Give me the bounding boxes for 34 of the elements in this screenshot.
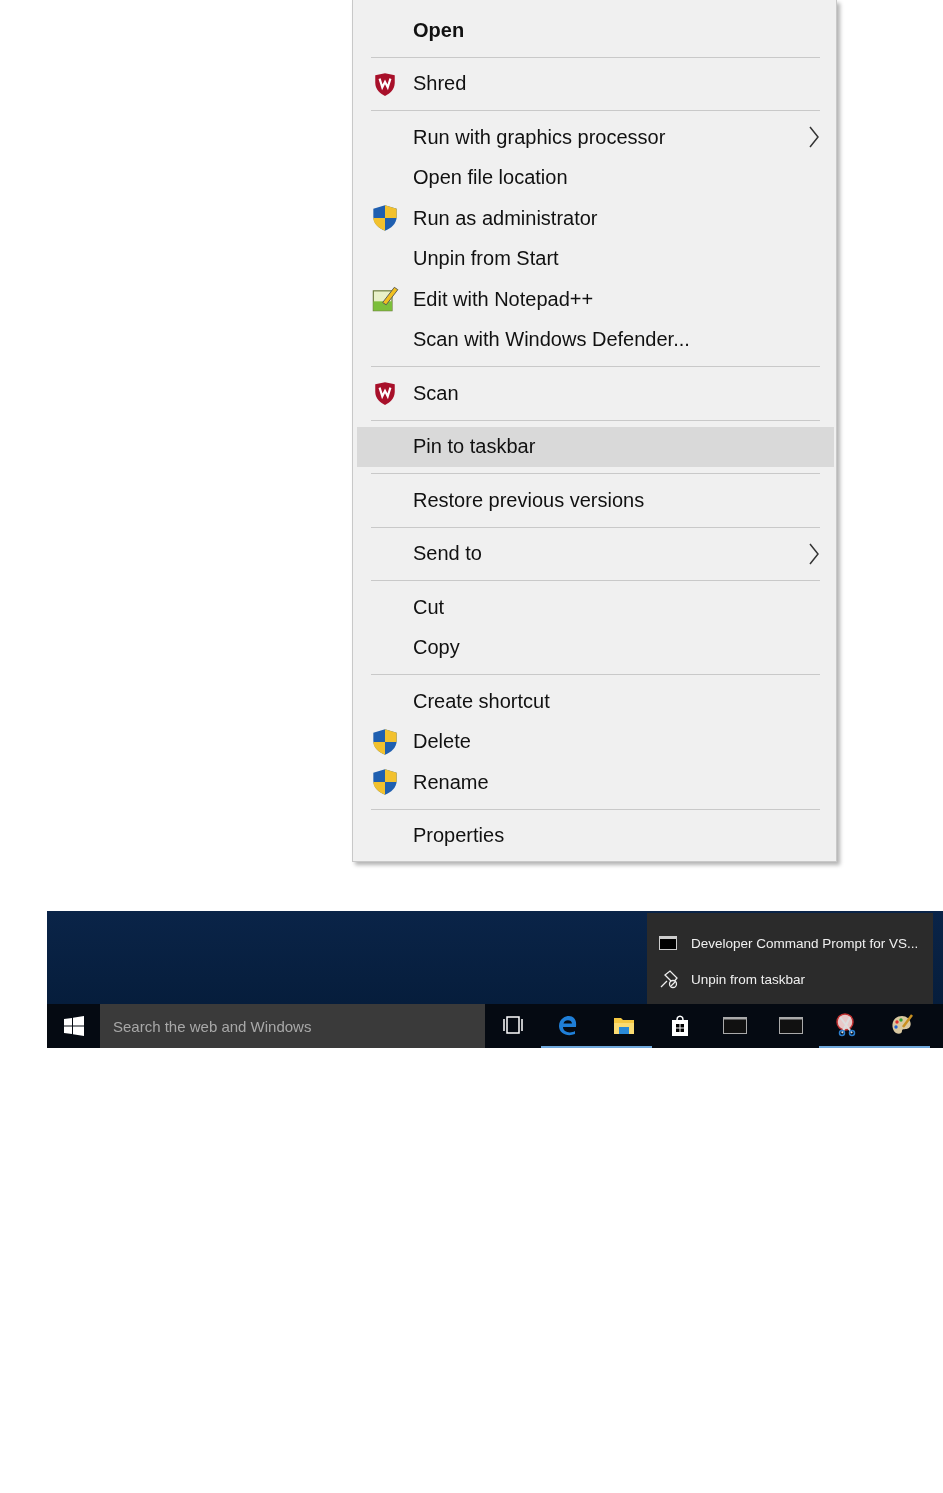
menu-item[interactable]: Run with graphics processor (357, 117, 834, 158)
menu-item[interactable]: Edit with Notepad++ (357, 279, 834, 320)
jump-list-item[interactable]: Developer Command Prompt for VS... (647, 925, 933, 961)
console-icon (659, 936, 677, 950)
menu-item[interactable]: Shred (357, 63, 834, 104)
shield-icon (371, 768, 399, 797)
chevron-right-icon (808, 541, 820, 566)
menu-item[interactable]: Unpin from Start (357, 238, 834, 279)
menu-item[interactable]: Scan with Windows Defender... (357, 319, 834, 360)
menu-item[interactable]: Copy (357, 627, 834, 668)
task-view-icon (500, 1013, 525, 1037)
palette-icon (889, 1013, 914, 1037)
shield-icon (371, 204, 399, 233)
menu-item[interactable]: Delete (357, 721, 834, 762)
search-field[interactable]: Search the web and Windows (100, 1004, 485, 1048)
menu-item[interactable]: Open (357, 10, 834, 51)
chevron-right-icon (808, 125, 820, 150)
menu-item[interactable]: Restore previous versions (357, 480, 834, 521)
shield-icon (372, 380, 398, 407)
menu-item[interactable]: Cut (357, 587, 834, 628)
menu-item[interactable]: Open file location (357, 157, 834, 198)
menu-item[interactable]: Properties (357, 815, 834, 856)
unpin-icon (659, 969, 679, 989)
menu-item[interactable]: Run as administrator (357, 198, 834, 239)
menu-item[interactable]: Create shortcut (357, 681, 834, 722)
windows-logo-icon (63, 1016, 84, 1036)
menu-item[interactable]: Scan (357, 373, 834, 414)
notepad-icon (371, 285, 399, 314)
menu-item[interactable]: Rename (357, 762, 834, 803)
menu-item[interactable]: Pin to taskbar (357, 426, 834, 467)
menu-item[interactable]: Send to (357, 533, 834, 574)
jump-list-item[interactable]: Unpin from taskbar (647, 961, 933, 997)
shield-icon (372, 70, 398, 97)
shield-icon (371, 727, 399, 756)
